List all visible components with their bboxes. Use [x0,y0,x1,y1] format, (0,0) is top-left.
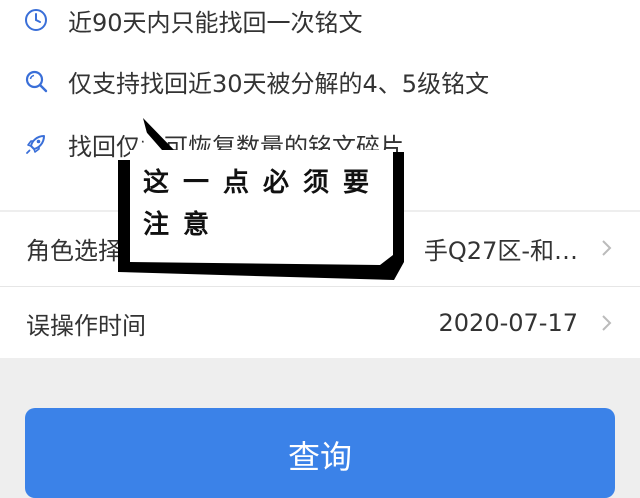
tip-row-fragments: 找回仅为可恢复数量的铭文碎片 [24,124,404,164]
tip-row-range: 仅支持找回近30天被分解的4、5级铭文 [24,61,489,101]
query-button[interactable]: 查询 [25,408,615,498]
time-select-label: 误操作时间 [26,311,146,340]
chevron-right-icon [600,236,614,260]
role-select-value[interactable]: 手Q27区-和… [424,231,578,266]
rocket-icon [24,132,48,156]
time-select-value[interactable]: 2020-07-17 [439,309,578,337]
clock-icon [24,8,48,32]
time-select-row[interactable]: 误操作时间 2020-07-17 [0,286,640,359]
search-icon [24,69,48,93]
annotation-text: 这一点必须要注意 [143,168,384,240]
tip-text: 近90天内只能找回一次铭文 [68,8,363,37]
chevron-right-icon [600,311,614,335]
tip-text: 仅支持找回近30天被分解的4、5级铭文 [68,69,490,98]
role-select-label: 角色选择 [26,236,122,265]
tip-row-limit: 近90天内只能找回一次铭文 [24,0,363,40]
tip-text: 找回仅为可恢复数量的铭文碎片 [68,132,404,161]
